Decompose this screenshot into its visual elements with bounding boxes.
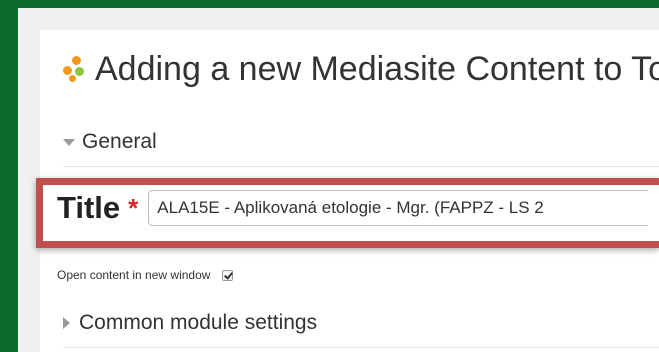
section-label-common-module-settings: Common module settings (79, 311, 318, 334)
open-new-window-checkbox[interactable] (222, 269, 234, 281)
page-heading: Adding a new Mediasite Content to Top (63, 44, 659, 94)
expand-caret-icon (63, 317, 70, 329)
title-label: Title (57, 190, 121, 225)
title-input[interactable] (148, 190, 649, 226)
title-field-row: Title * (57, 190, 649, 226)
collapse-caret-icon (63, 138, 75, 146)
required-asterisk-icon: * (128, 192, 139, 223)
open-new-window-row: Open content in new window (57, 268, 234, 282)
mediasite-module-icon (63, 56, 89, 82)
section-toggle-general[interactable]: General (63, 130, 157, 154)
page-title: Adding a new Mediasite Content to Top (95, 49, 659, 88)
section-divider (63, 166, 659, 167)
section-toggle-common-module-settings[interactable]: Common module settings (63, 311, 317, 335)
open-new-window-label: Open content in new window (57, 268, 211, 282)
section-divider-bottom (63, 347, 659, 348)
section-label-general: General (82, 130, 157, 153)
